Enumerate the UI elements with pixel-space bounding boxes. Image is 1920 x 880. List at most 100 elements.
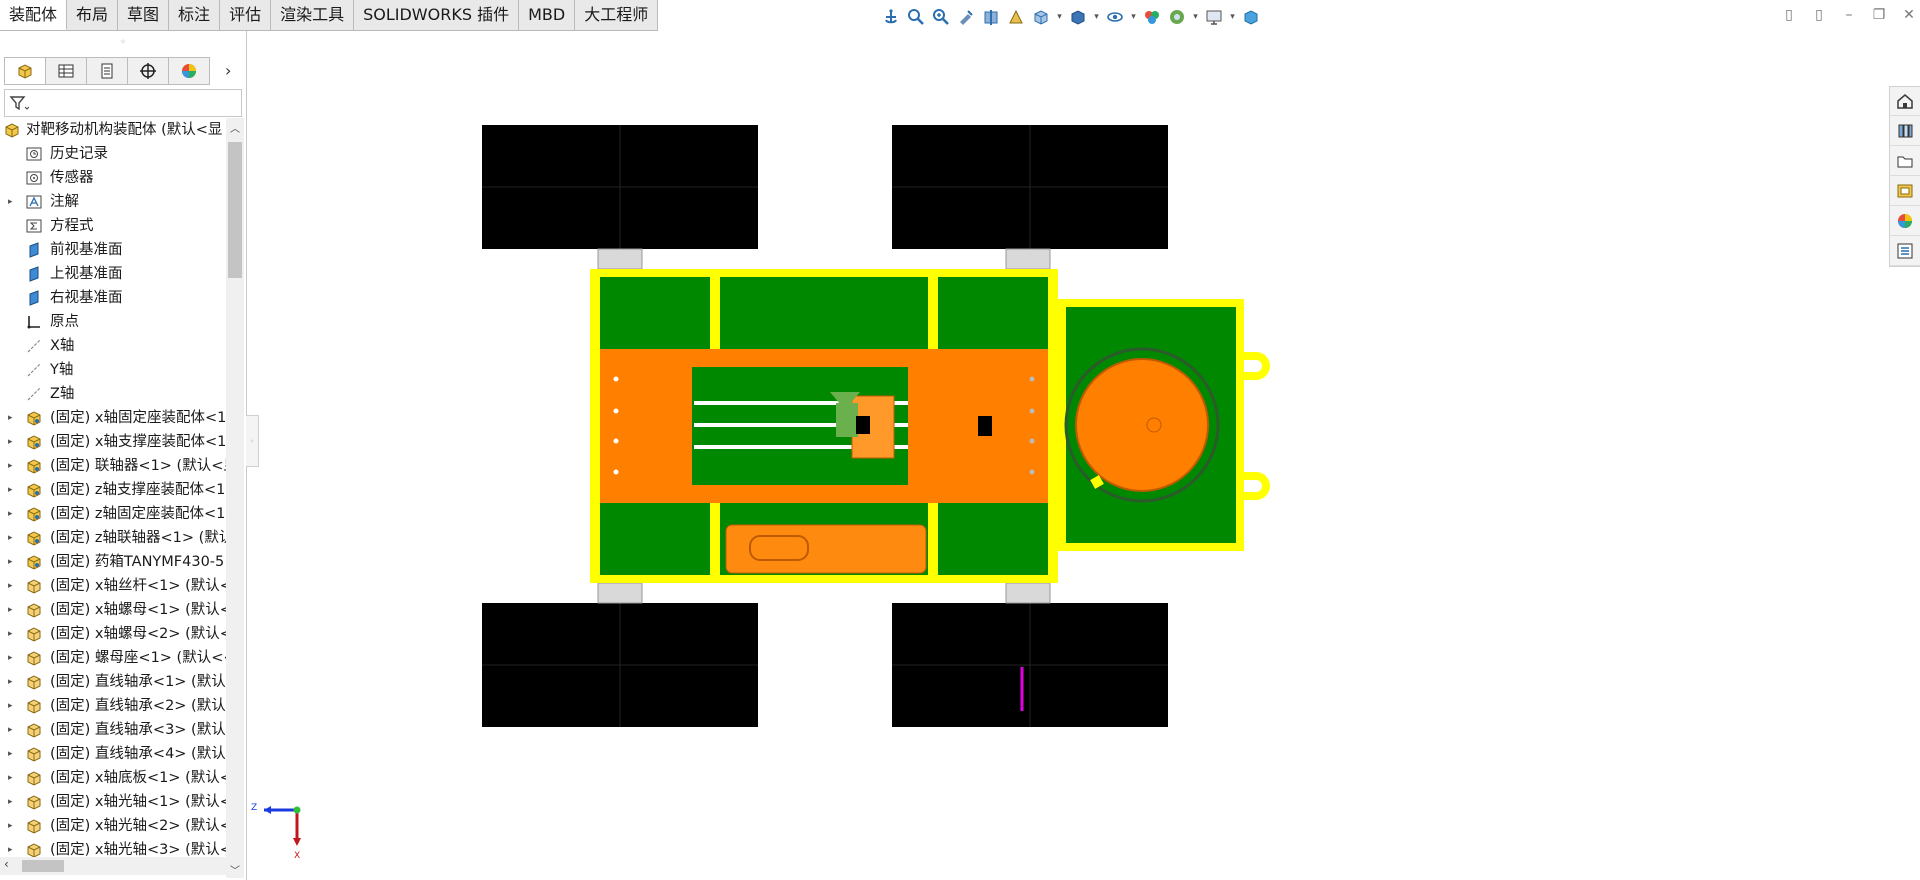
expand-arrow-icon[interactable]: ▸ [8, 502, 18, 526]
file-explorer-icon[interactable] [1890, 147, 1920, 176]
tab-3[interactable]: 标注 [169, 0, 221, 30]
expand-arrow-icon[interactable]: ▸ [8, 766, 18, 790]
tree-item[interactable]: ▸ (固定) x轴丝杆<1> (默认< [0, 574, 226, 598]
tree-item[interactable]: ▸ (固定) 联轴器<1> (默认<显 [0, 454, 226, 478]
tab-1[interactable]: 布局 [67, 0, 119, 30]
tree-item[interactable]: 上视基准面 [0, 262, 226, 286]
expand-arrow-icon[interactable]: ▸ [8, 742, 18, 766]
expand-arrow-icon[interactable]: ▸ [8, 670, 18, 694]
tree-item[interactable]: ▸ 注解 [0, 190, 226, 214]
tree-item[interactable]: ▸ (固定) x轴支撑座装配体<1 [0, 430, 226, 454]
tree-item[interactable]: ▸ (固定) 直线轴承<1> (默认 [0, 670, 226, 694]
dynamic-annotation-icon[interactable] [1005, 6, 1027, 28]
tile-left-icon[interactable]: ▯ [1778, 4, 1800, 26]
expand-arrow-icon[interactable]: ▸ [8, 814, 18, 838]
tree-item[interactable]: ▸ (固定) 螺母座<1> (默认<< [0, 646, 226, 670]
tree-filter[interactable] [4, 89, 242, 117]
expand-arrow-icon[interactable]: ▸ [8, 598, 18, 622]
display-style-icon[interactable] [1067, 6, 1089, 28]
tree-item[interactable]: ▸ (固定) x轴光轴<1> (默认< [0, 790, 226, 814]
tree-item[interactable]: ▸ (固定) 直线轴承<4> (默认 [0, 742, 226, 766]
tree-item[interactable]: ▸ (固定) x轴螺母<2> (默认< [0, 622, 226, 646]
vertical-scrollbar[interactable]: ︿ ﹀ [226, 118, 244, 878]
appearances-icon[interactable] [1890, 207, 1920, 236]
view-settings-icon[interactable] [1203, 6, 1225, 28]
tree-item[interactable]: ▸ (固定) z轴固定座装配体<1 [0, 502, 226, 526]
scroll-thumb[interactable] [228, 142, 242, 278]
tab-6[interactable]: SOLIDWORKS 插件 [354, 0, 520, 30]
tree-item[interactable]: ▸ (固定) z轴联轴器<1> (默认 [0, 526, 226, 550]
tree-item[interactable]: ▸ (固定) 直线轴承<2> (默认 [0, 694, 226, 718]
section-view-icon[interactable] [980, 6, 1002, 28]
expand-arrow-icon[interactable]: ▸ [8, 574, 18, 598]
wheel-front-left[interactable] [482, 125, 758, 249]
tree-item[interactable]: 传感器 [0, 166, 226, 190]
close-icon[interactable]: ✕ [1898, 4, 1920, 26]
tree-item[interactable]: Y轴 [0, 358, 226, 382]
tree-item[interactable]: ▸ (固定) 直线轴承<3> (默认 [0, 718, 226, 742]
tile-right-icon[interactable]: ▯ [1808, 4, 1830, 26]
zoom-area-icon[interactable] [930, 6, 952, 28]
tree-item[interactable]: 前视基准面 [0, 238, 226, 262]
expand-arrow-icon[interactable]: ▸ [8, 622, 18, 646]
graphics-area[interactable] [248, 31, 1890, 880]
propertymanager-tab-icon[interactable] [45, 57, 86, 85]
hide-show-icon[interactable] [1104, 6, 1126, 28]
expand-arrow-icon[interactable]: ▸ [8, 718, 18, 742]
display-manager-tab-icon[interactable] [168, 57, 210, 85]
chevron-down-icon[interactable]: ▾ [1228, 6, 1237, 28]
tab-0[interactable]: 装配体 [0, 0, 68, 30]
tab-2[interactable]: 草图 [118, 0, 170, 30]
configurationmanager-tab-icon[interactable] [86, 57, 127, 85]
view-palette-icon[interactable] [1890, 177, 1920, 206]
tab-5[interactable]: 渲染工具 [271, 0, 355, 30]
chevron-down-icon[interactable]: ▾ [1129, 6, 1138, 28]
tree-root[interactable]: 对靶移动机构装配体 (默认<显 [0, 118, 226, 142]
chevron-down-icon[interactable]: ▾ [1092, 6, 1101, 28]
edit-appearance-icon[interactable] [1141, 6, 1163, 28]
scroll-left-icon[interactable]: ‹ [4, 857, 9, 871]
filter-icon[interactable] [9, 94, 29, 112]
horizontal-scrollbar[interactable]: ‹ [0, 857, 226, 875]
featuremanager-tab-icon[interactable] [4, 57, 45, 85]
dimxpert-tab-icon[interactable] [127, 57, 168, 85]
tree-item[interactable]: ▸ (固定) x轴底板<1> (默认< [0, 766, 226, 790]
scroll-down-icon[interactable]: ﹀ [230, 862, 240, 877]
expand-arrow-icon[interactable]: ▸ [8, 190, 18, 214]
tab-4[interactable]: 评估 [220, 0, 272, 30]
zoom-fit-icon[interactable] [905, 6, 927, 28]
wheel-rear-right[interactable] [892, 603, 1168, 727]
tree-item[interactable]: 方程式 [0, 214, 226, 238]
view-orientation-icon[interactable] [1030, 6, 1052, 28]
tree-item[interactable]: 原点 [0, 310, 226, 334]
realview-icon[interactable] [1240, 6, 1262, 28]
tree-item[interactable]: 右视基准面 [0, 286, 226, 310]
panel-grip[interactable]: ◦ [0, 31, 246, 53]
chevron-down-icon[interactable]: ▾ [1055, 6, 1064, 28]
expand-arrow-icon[interactable]: ▸ [8, 790, 18, 814]
custom-properties-icon[interactable] [1890, 237, 1920, 266]
anchor-icon[interactable] [880, 6, 902, 28]
tree-item[interactable]: ▸ (固定) x轴螺母<1> (默认< [0, 598, 226, 622]
pesticide-tank[interactable] [1058, 299, 1270, 551]
tree-item[interactable]: ▸ (固定) z轴支撑座装配体<1 [0, 478, 226, 502]
scroll-up-icon[interactable]: ︿ [230, 120, 240, 135]
expand-arrow-icon[interactable]: ▸ [8, 478, 18, 502]
tab-7[interactable]: MBD [519, 0, 576, 30]
expand-arrow-icon[interactable]: ▸ [8, 694, 18, 718]
chevron-down-icon[interactable]: ▾ [1191, 6, 1200, 28]
tree-item[interactable]: Z轴 [0, 382, 226, 406]
wheel-rear-left[interactable] [482, 603, 758, 727]
expand-arrow-icon[interactable]: ▸ [8, 454, 18, 478]
tree-item[interactable]: ▸ (固定) x轴固定座装配体<1 [0, 406, 226, 430]
tree-item[interactable]: ▸ (固定) 药箱TANYMF430-5 [0, 550, 226, 574]
home-icon[interactable] [1890, 87, 1920, 116]
apply-scene-icon[interactable] [1166, 6, 1188, 28]
previous-view-icon[interactable] [955, 6, 977, 28]
tree-item[interactable]: X轴 [0, 334, 226, 358]
expand-arrow-icon[interactable]: ▸ [8, 430, 18, 454]
tree-item[interactable]: ▸ (固定) x轴光轴<2> (默认< [0, 814, 226, 838]
tab-8[interactable]: 大工程师 [575, 0, 659, 30]
scroll-thumb[interactable] [22, 860, 64, 872]
battery-box[interactable] [725, 524, 927, 574]
